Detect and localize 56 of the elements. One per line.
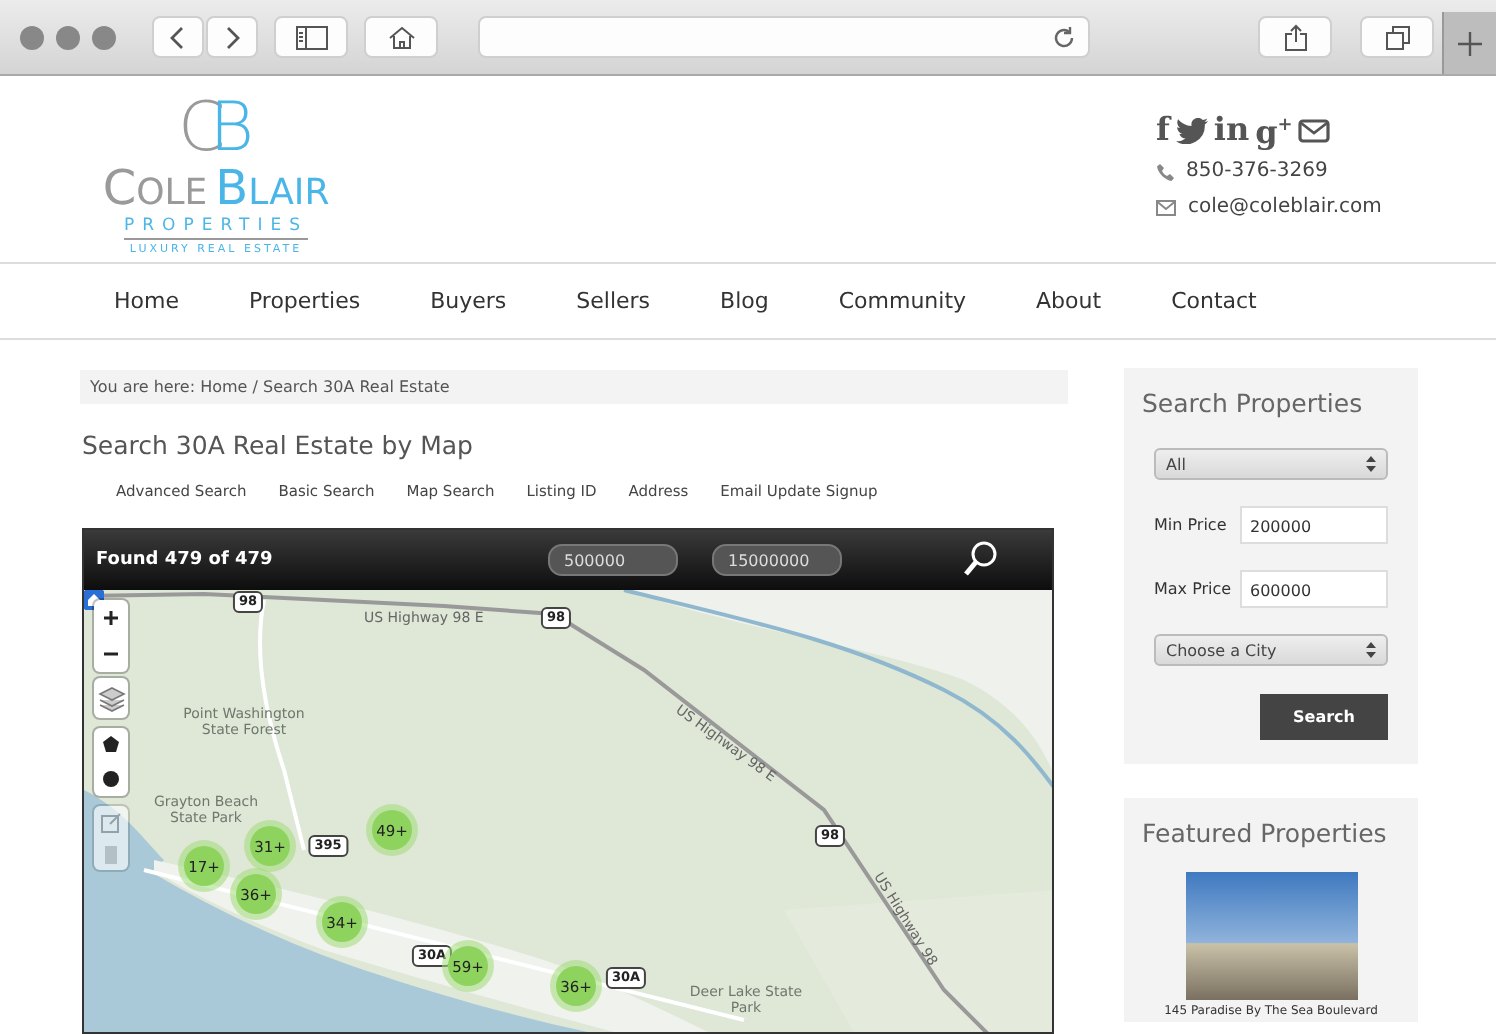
nav-link[interactable]: Blog: [720, 288, 769, 314]
min-price-input[interactable]: 500000: [548, 544, 678, 576]
max-price-input[interactable]: 15000000: [712, 544, 842, 576]
social-link[interactable]: g$^{+}$: [1255, 110, 1293, 150]
envelope-icon: [1156, 200, 1176, 216]
chevron-left-icon: [168, 25, 188, 49]
chevron-right-icon: [222, 25, 242, 49]
bird-icon[interactable]: [1175, 117, 1208, 143]
breadcrumb: You are here: Home / Search 30A Real Estate: [80, 370, 1068, 404]
nav-link[interactable]: Community: [838, 288, 967, 314]
search-icon[interactable]: [962, 540, 998, 580]
plus-icon: [1458, 31, 1482, 55]
nav-link[interactable]: Contact: [1171, 288, 1257, 314]
tabs-button[interactable]: [1360, 16, 1434, 58]
new-tab-button[interactable]: [1442, 12, 1496, 74]
panel-title: Search Properties: [1142, 386, 1365, 422]
back-button[interactable]: [152, 16, 204, 58]
sidebar-icon: [295, 25, 327, 49]
city-select[interactable]: Choose a City: [1154, 634, 1388, 666]
logo-name: BLAIR: [215, 164, 330, 217]
select-arrows-icon: [1366, 456, 1376, 472]
window-zoom-button[interactable]: [92, 25, 116, 49]
contact-text[interactable]: cole@coleblair.com: [1188, 196, 1382, 220]
reload-icon[interactable]: [1052, 25, 1076, 49]
select-arrows-icon: [1366, 642, 1376, 658]
property-type-select[interactable]: All: [1154, 448, 1388, 480]
price-input[interactable]: 600000: [1240, 570, 1388, 608]
window-minimize-button[interactable]: [56, 25, 80, 49]
sidebar-button[interactable]: [274, 16, 348, 58]
home-button[interactable]: [364, 16, 438, 58]
share-button[interactable]: [1258, 16, 1332, 58]
price-input[interactable]: 200000: [1240, 506, 1388, 544]
results-count: Found 479 of 479: [96, 550, 275, 570]
contact-text: 850-376-3269: [1186, 160, 1328, 184]
house-icon: [387, 25, 415, 49]
window-close-button[interactable]: [20, 25, 44, 49]
logo-tagline: PROPERTIES: [124, 218, 308, 240]
layers-button[interactable]: [94, 678, 128, 718]
nav-link[interactable]: About: [1036, 288, 1102, 314]
logo-name: COLE: [102, 164, 208, 217]
field-label: Min Price: [1154, 516, 1227, 534]
social-link[interactable]: in: [1213, 114, 1250, 146]
envelope-icon[interactable]: [1298, 117, 1331, 143]
search-button[interactable]: Search: [1260, 694, 1388, 740]
social-link[interactable]: f: [1156, 114, 1170, 146]
page-title: Search 30A Real Estate by Map: [82, 430, 475, 462]
share-icon: [1283, 23, 1307, 51]
nav-link[interactable]: Properties: [248, 288, 361, 314]
phone-icon: [1156, 162, 1174, 182]
nav-link[interactable]: Sellers: [576, 288, 651, 314]
nav-link[interactable]: Home: [114, 288, 179, 314]
nav-link[interactable]: Buyers: [430, 288, 507, 314]
forward-button[interactable]: [206, 16, 258, 58]
field-label: Max Price: [1154, 580, 1232, 598]
tabs-icon: [1385, 25, 1409, 49]
panel-title: Featured Properties: [1142, 816, 1389, 852]
